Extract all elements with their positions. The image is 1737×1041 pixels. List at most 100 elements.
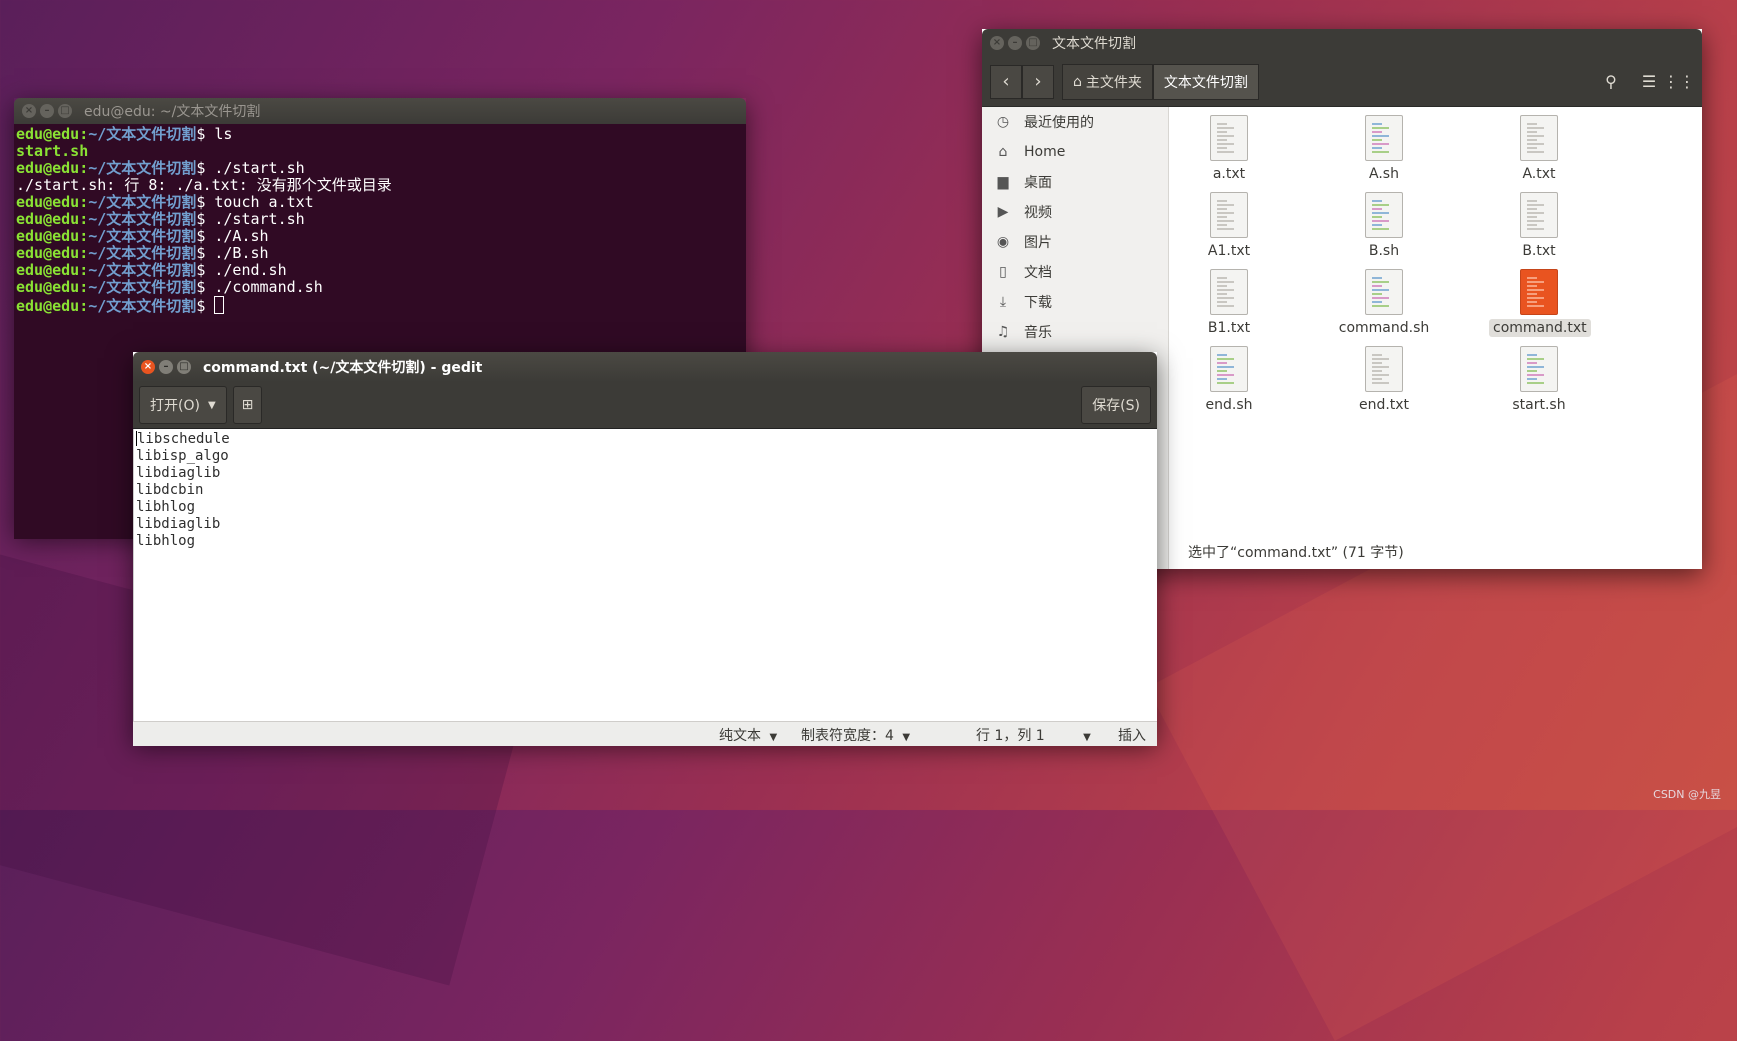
prompt-path: ~/文本文件切割 — [88, 244, 197, 262]
tab-width-selector[interactable]: 制表符宽度：4 ▼ — [801, 725, 910, 745]
chevron-down-icon: ▼ — [1083, 732, 1091, 743]
gedit-titlebar[interactable]: × – □ command.txt (~/文本文件切割) - gedit — [133, 352, 1157, 382]
close-icon[interactable]: × — [141, 360, 155, 374]
sidebar-item[interactable]: ▯ 文档 — [982, 257, 1168, 287]
gedit-toolbar: 打开(O) ▼ ⊞ 保存(S) — [133, 382, 1157, 429]
gedit-window[interactable]: × – □ command.txt (~/文本文件切割) - gedit 打开(… — [133, 352, 1157, 746]
prompt-user: edu@edu — [16, 193, 80, 211]
terminal-line: ./start.sh: 行 8: ./a.txt: 没有那个文件或目录 — [16, 176, 392, 194]
maximize-icon[interactable]: □ — [58, 104, 72, 118]
terminal-line: edu@edu:~/文本文件切割$ ./end.sh — [16, 261, 287, 279]
close-icon[interactable]: × — [990, 36, 1004, 50]
prompt-path: ~/文本文件切割 — [88, 261, 197, 279]
breadcrumb-home[interactable]: ⌂ 主文件夹 — [1062, 63, 1153, 100]
list-icon: ☰ — [1641, 72, 1657, 91]
minimize-icon[interactable]: – — [40, 104, 54, 118]
grid-view-button[interactable]: ⋮⋮ — [1663, 66, 1695, 98]
home-icon: ⌂ — [998, 144, 1008, 160]
tab-width-label: 制表符宽度：4 — [801, 728, 894, 744]
sidebar-item[interactable]: ⤓ 下载 — [982, 287, 1168, 317]
terminal-line: start.sh — [16, 142, 89, 160]
new-tab-button[interactable]: ⊞ — [232, 386, 263, 424]
file-item-label: end.txt — [1358, 397, 1410, 413]
clock-icon: ◷ — [996, 114, 1010, 130]
prompt-path: ~/文本文件切割 — [88, 210, 197, 228]
script-file-icon — [1365, 192, 1403, 238]
chevron-down-icon: ▼ — [207, 399, 216, 411]
new-document-icon: ⊞ — [241, 397, 254, 413]
text-editor[interactable]: libschedule libisp_algo libdiaglib libdcbin… — [133, 429, 1157, 721]
terminal-line: edu@edu:~/文本文件切割$ ./A.sh — [16, 227, 269, 245]
terminal-line: edu@edu:~/文本文件切割$ ./B.sh — [16, 244, 269, 262]
prompt-user: edu@edu — [16, 297, 80, 315]
file-item[interactable]: command.sh — [1334, 269, 1434, 337]
file-item-label: B1.txt — [1207, 320, 1251, 336]
sidebar-item[interactable]: ◉ 图片 — [982, 227, 1168, 257]
prompt-path: ~/文本文件切割 — [88, 297, 197, 315]
sidebar-item[interactable]: ⌂ Home — [982, 137, 1168, 167]
sidebar-item-label: Home — [1024, 144, 1066, 160]
prompt-path: ~/文本文件切割 — [88, 193, 197, 211]
save-button-label: 保存(S) — [1092, 398, 1140, 414]
file-item-label: end.sh — [1205, 397, 1253, 413]
save-button[interactable]: 保存(S) — [1081, 386, 1151, 424]
close-icon[interactable]: × — [22, 104, 36, 118]
gedit-status-bar: 纯文本 ▼ 制表符宽度：4 ▼ 行 1，列 1 ▼ 插入 — [133, 721, 1157, 746]
file-item-label: start.sh — [1512, 397, 1566, 413]
script-file-icon — [1210, 346, 1248, 392]
prompt-user: edu@edu — [16, 159, 80, 177]
terminal-cursor — [214, 296, 225, 314]
video-icon: ▶ — [997, 204, 1009, 220]
maximize-icon[interactable]: □ — [1026, 36, 1040, 50]
minimize-icon[interactable]: – — [159, 360, 173, 374]
prompt-user: edu@edu — [16, 261, 80, 279]
breadcrumb-current[interactable]: 文本文件切割 — [1152, 63, 1259, 100]
terminal-titlebar[interactable]: × – □ edu@edu: ~/文本文件切割 — [14, 98, 746, 124]
text-file-icon — [1210, 192, 1248, 238]
breadcrumb-label: 文本文件切割 — [1163, 74, 1248, 91]
text-file-icon — [1520, 269, 1558, 315]
text-file-icon — [1210, 115, 1248, 161]
search-button[interactable]: ⚲ — [1596, 66, 1626, 98]
grid-icon: ⋮⋮ — [1663, 72, 1695, 91]
text-file-icon — [1520, 192, 1558, 238]
open-button[interactable]: 打开(O) ▼ — [139, 386, 227, 424]
file-item[interactable]: B1.txt — [1179, 269, 1279, 337]
file-item[interactable]: B.sh — [1334, 192, 1434, 260]
file-item[interactable]: A1.txt — [1179, 192, 1279, 260]
files-titlebar[interactable]: × – □ 文本文件切割 — [982, 29, 1702, 57]
file-item[interactable]: end.txt — [1334, 346, 1434, 414]
file-item[interactable]: A.txt — [1489, 115, 1589, 183]
text-line: libhlog — [136, 499, 196, 515]
list-view-button[interactable]: ☰ — [1634, 66, 1664, 98]
files-grid[interactable]: a.txt A.sh A.txt A1.txt B.sh B.txt B1.txt comma… — [1169, 107, 1702, 569]
file-item[interactable]: command.txt — [1489, 269, 1591, 337]
file-item[interactable]: B.txt — [1489, 192, 1589, 260]
file-item[interactable]: A.sh — [1334, 115, 1434, 183]
sidebar-item[interactable]: ◷ 最近使用的 — [982, 107, 1168, 137]
language-selector[interactable]: 纯文本 ▼ — [719, 725, 777, 745]
back-button[interactable]: ‹ — [990, 64, 1022, 99]
prompt-user: edu@edu — [16, 227, 80, 245]
text-file-icon — [1210, 269, 1248, 315]
sidebar-item[interactable]: ▆ 桌面 — [982, 167, 1168, 197]
forward-button[interactable]: › — [1022, 64, 1054, 99]
text-line: libschedule — [136, 431, 230, 447]
terminal-line: edu@edu:~/文本文件切割$ touch a.txt — [16, 193, 314, 211]
maximize-icon[interactable]: □ — [177, 360, 191, 374]
prompt-path: ~/文本文件切割 — [88, 227, 197, 245]
file-item[interactable]: a.txt — [1179, 115, 1279, 183]
cursor-position-selector[interactable]: 行 1，列 1 ▼ — [976, 725, 1091, 745]
search-icon: ⚲ — [1605, 72, 1617, 91]
file-item-label: command.sh — [1338, 320, 1430, 336]
home-icon: ⌂ — [1073, 73, 1082, 90]
sidebar-item[interactable]: ♫ 音乐 — [982, 317, 1168, 347]
terminal-line: edu@edu:~/文本文件切割$ ./command.sh — [16, 278, 323, 296]
prompt-user: edu@edu — [16, 125, 80, 143]
file-item[interactable]: end.sh — [1179, 346, 1279, 414]
minimize-icon[interactable]: – — [1008, 36, 1022, 50]
file-item-label: A.txt — [1522, 166, 1556, 182]
sidebar-item[interactable]: ▶ 视频 — [982, 197, 1168, 227]
camera-icon: ◉ — [996, 234, 1010, 250]
file-item[interactable]: start.sh — [1489, 346, 1589, 414]
